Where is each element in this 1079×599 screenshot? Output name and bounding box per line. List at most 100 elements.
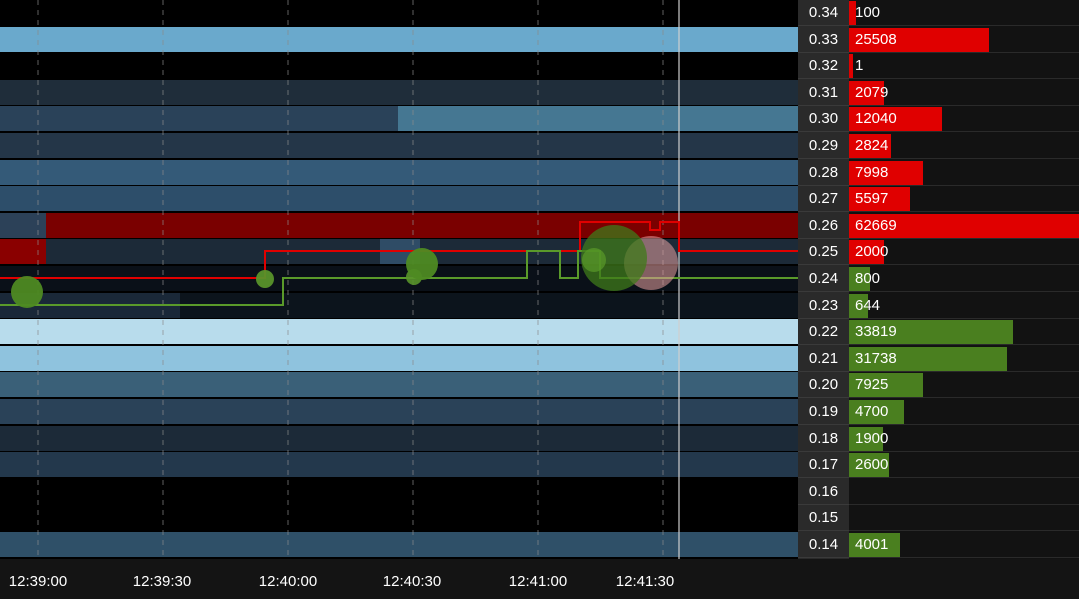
price-level-0.28: 0.28: [798, 160, 849, 186]
volume-value: 800: [855, 270, 881, 287]
volume-row: 2824: [849, 133, 1079, 159]
liquidity-cell: [0, 212, 46, 238]
volume-value: 1: [855, 57, 864, 75]
volume-value: 644: [855, 296, 881, 314]
heatmap-row: [0, 133, 798, 159]
liquidity-cell: [0, 319, 798, 345]
liquidity-cell: [0, 0, 798, 25]
heatmap-row: [0, 26, 798, 53]
price-level-0.24: 0.24: [798, 266, 849, 292]
volume-row: 25508: [849, 27, 1079, 53]
price-level-0.32: 0.32: [798, 53, 849, 80]
liquidity-cell: [420, 239, 798, 265]
time-axis: 12:39:00 12:39:30 12:40:00 12:40:30 12:41:00…: [0, 559, 798, 599]
volume-value: 1900: [855, 429, 889, 447]
volume-value: 62669: [855, 216, 897, 234]
price-level-0.19: 0.19: [798, 399, 849, 425]
time-tick-label: 12:41:30: [615, 573, 675, 590]
time-tick-label: 12:40:00: [258, 573, 318, 590]
volume-row: 2000: [849, 239, 1079, 266]
price-level-0.18: 0.18: [798, 426, 849, 452]
heatmap-row: [0, 0, 798, 26]
price-level-0.27: 0.27: [798, 186, 849, 213]
volume-row: 4001: [849, 532, 1079, 558]
volume-row: 1: [849, 53, 1079, 80]
volume-row: 800: [849, 266, 1079, 292]
liquidity-cell: [0, 345, 798, 371]
volume-row: 5597: [849, 186, 1079, 213]
volume-value: 31738: [855, 349, 897, 367]
price-level-0.30: 0.30: [798, 106, 849, 133]
liquidity-cell: [0, 532, 798, 557]
heatmap-row: [0, 478, 798, 505]
volume-value: 7925: [855, 376, 889, 394]
price-level-0.14: 0.14: [798, 532, 849, 558]
liquidity-cell: [0, 399, 798, 424]
volume-row: [849, 505, 1079, 532]
price-level-0.34: 0.34: [798, 0, 849, 26]
heatmap-row: [0, 452, 798, 479]
volume-value: 2600: [855, 456, 889, 474]
heatmap-row: [0, 425, 798, 452]
heatmap-row: [0, 399, 798, 425]
volume-value: 2079: [855, 83, 889, 101]
time-tick-label: 12:39:00: [8, 573, 68, 590]
volume-row: 1900: [849, 426, 1079, 452]
liquidity-cell: [0, 372, 798, 398]
liquidity-cell: [0, 159, 798, 185]
price-level-0.15: 0.15: [798, 505, 849, 532]
liquidity-cell: [0, 239, 46, 265]
heatmap-row: [0, 345, 798, 372]
liquidity-cell: [0, 452, 798, 478]
liquidity-cell: [0, 505, 798, 531]
liquidity-cell: [0, 53, 798, 79]
heatmap-row: [0, 79, 798, 106]
volume-value: 7998: [855, 163, 889, 181]
price-level-0.20: 0.20: [798, 372, 849, 399]
volume-row: 7925: [849, 372, 1079, 399]
liquidity-cell: [0, 133, 798, 158]
heatmap-row: [0, 239, 798, 266]
volume-value: 4001: [855, 536, 889, 553]
volume-value: 100: [855, 4, 881, 21]
price-level-0.26: 0.26: [798, 213, 849, 239]
heatmap-row: [0, 372, 798, 399]
volume-row: 100: [849, 0, 1079, 26]
volume-value: 4700: [855, 403, 889, 420]
volume-row: 33819: [849, 319, 1079, 346]
time-tick-label: 12:41:00: [508, 573, 568, 590]
volume-value: 33819: [855, 323, 897, 341]
heatmap-row: [0, 319, 798, 346]
liquidity-cell: [0, 266, 798, 291]
price-ladder: 0.34 0.33 0.32 0.31 0.30 0.29 0.28 0.27 0.26 0.25…: [798, 0, 849, 559]
heatmap-row: [0, 266, 798, 292]
liquidity-cell: [180, 292, 798, 318]
heatmap-row: [0, 505, 798, 532]
volume-row: [849, 479, 1079, 505]
liquidity-cell: [46, 212, 798, 238]
order-book-volumes: 100 25508 1 2079 12040 2824 7998 5597 62669 2000 8…: [849, 0, 1079, 559]
liquidity-cell: [0, 106, 398, 132]
footer-panel: [798, 559, 1079, 599]
price-level-0.29: 0.29: [798, 133, 849, 159]
time-tick-label: 12:40:30: [382, 573, 442, 590]
price-level-0.21: 0.21: [798, 346, 849, 372]
volume-row: 12040: [849, 106, 1079, 133]
volume-row: 62669: [849, 213, 1079, 239]
liquidity-cell: [0, 292, 180, 318]
volume-row: 2079: [849, 80, 1079, 106]
price-level-0.31: 0.31: [798, 80, 849, 106]
liquidity-cell: [0, 26, 798, 52]
price-level-0.23: 0.23: [798, 293, 849, 319]
liquidity-heatmap[interactable]: [0, 0, 798, 559]
price-level-0.33: 0.33: [798, 27, 849, 53]
heatmap-row: [0, 53, 798, 80]
ask-volume-bar: [849, 54, 853, 79]
liquidity-cell: [0, 79, 798, 105]
price-level-0.17: 0.17: [798, 452, 849, 479]
price-level-0.22: 0.22: [798, 319, 849, 346]
heatmap-row: [0, 106, 798, 133]
heatmap-row: [0, 212, 798, 239]
liquidity-cell: [0, 186, 798, 212]
liquidity-cell: [380, 239, 420, 265]
